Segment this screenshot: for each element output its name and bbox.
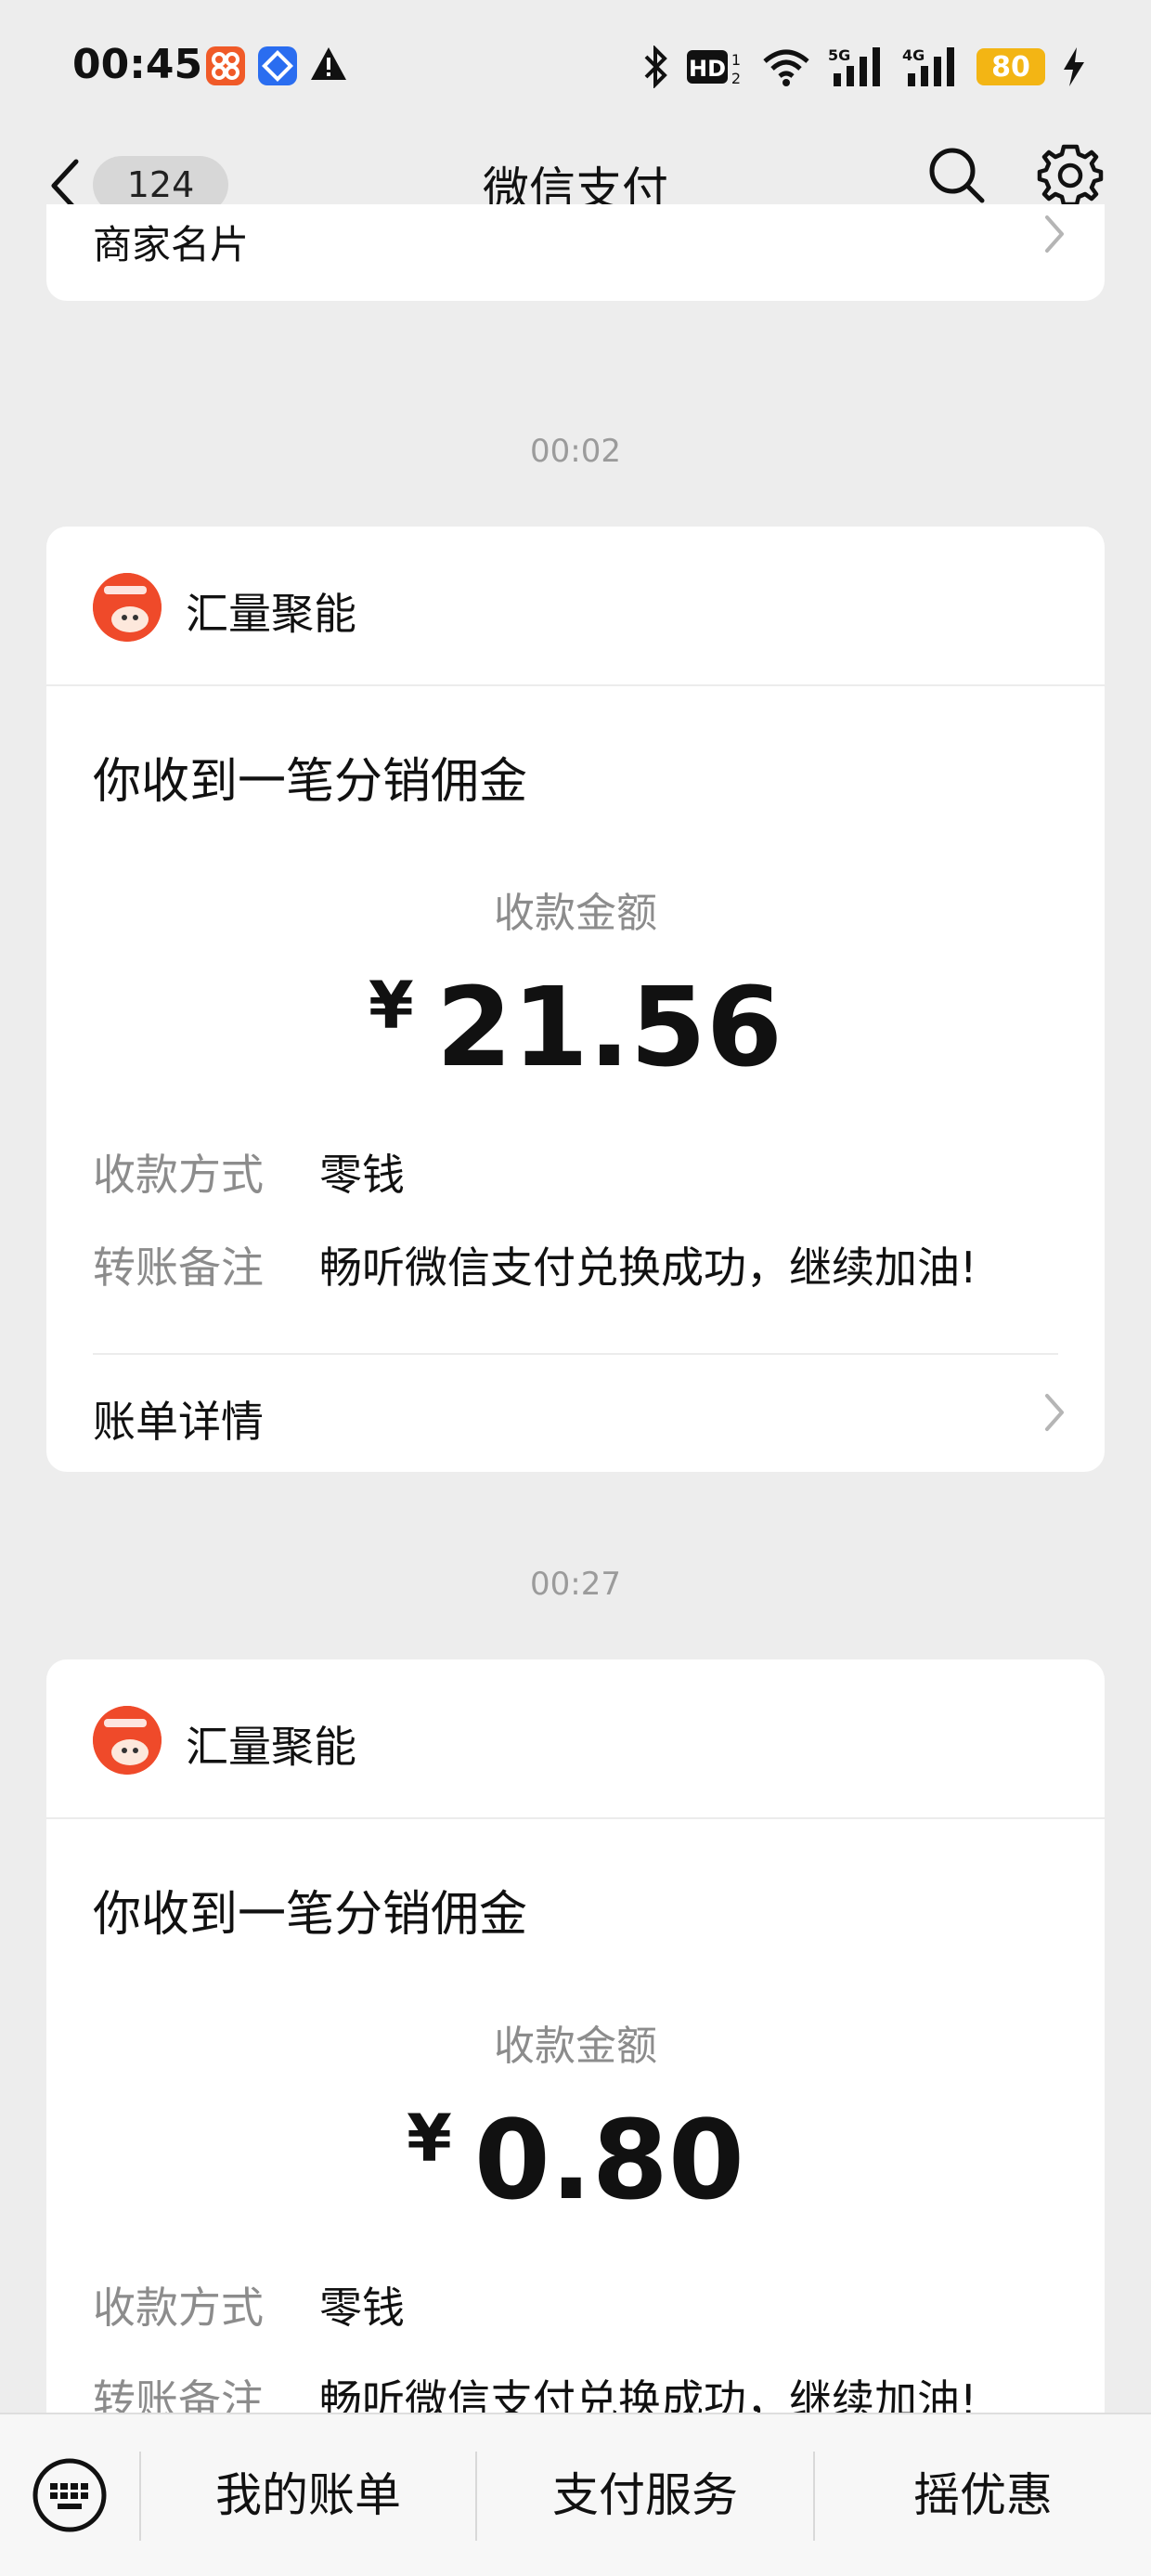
payment-method-value: 零钱 [319, 1150, 405, 1200]
card-header[interactable]: 汇量聚能 [46, 527, 1105, 686]
search-icon[interactable] [925, 143, 989, 208]
amount-label: 收款金额 [494, 890, 657, 937]
wifi-icon [761, 46, 811, 87]
payment-notice-card: 汇量聚能 你收到一笔分销佣金 收款金额 ¥0.80 收款方式 零钱 转账备注 畅… [46, 1659, 1105, 2495]
menu-my-bills[interactable]: 我的账单 [141, 2414, 475, 2576]
amount-value: ¥21.56 [46, 963, 1105, 1091]
payment-notice-card: 汇量聚能 你收到一笔分销佣金 收款金额 ¥21.56 收款方式 零钱 转账备注 … [46, 527, 1105, 1472]
hd-icon: HD 1 2 [687, 46, 744, 87]
amount-label: 收款金额 [494, 2023, 657, 2070]
warning-icon [309, 45, 348, 87]
merchant-avatar [93, 573, 162, 642]
message-timestamp: 00:02 [530, 433, 621, 470]
app-notification-icon-blue [258, 46, 297, 85]
keyboard-icon[interactable] [32, 2457, 108, 2533]
payment-method-value: 零钱 [319, 2283, 405, 2333]
bill-detail-label: 账单详情 [93, 1397, 264, 1447]
chevron-right-icon [1043, 1392, 1066, 1437]
status-bar: 00:45 HD 1 2 5G 4G 80 [0, 0, 1151, 130]
merchant-name: 汇量聚能 [186, 1722, 356, 1772]
amount-number: 0.80 [473, 2096, 744, 2224]
amount-number: 21.56 [435, 963, 782, 1091]
battery-icon: 80 [976, 48, 1045, 85]
menu-payment-services[interactable]: 支付服务 [477, 2414, 813, 2576]
merchant-name: 汇量聚能 [186, 589, 356, 639]
svg-text:4G: 4G [902, 46, 925, 64]
merchant-avatar [93, 1706, 162, 1775]
svg-text:1: 1 [731, 51, 741, 69]
svg-text:2: 2 [731, 70, 741, 87]
card-header[interactable]: 汇量聚能 [46, 1659, 1105, 1819]
merchant-card[interactable]: 商家名片 [46, 204, 1105, 301]
merchant-card-label: 商家名片 [93, 222, 250, 267]
currency-symbol: ¥ [407, 2101, 452, 2177]
4g-signal-icon: 4G [902, 46, 960, 88]
gear-icon[interactable] [1036, 141, 1105, 210]
message-timestamp: 00:27 [530, 1566, 621, 1603]
svg-text:5G: 5G [828, 46, 850, 64]
notice-title: 你收到一笔分销佣金 [93, 754, 528, 810]
charging-icon [1062, 46, 1086, 88]
chevron-right-icon [1043, 214, 1066, 258]
app-notification-icon [206, 46, 245, 85]
svg-text:HD: HD [689, 56, 726, 82]
5g-signal-icon: 5G [828, 46, 886, 88]
amount-value: ¥0.80 [46, 2096, 1105, 2224]
currency-symbol: ¥ [369, 968, 414, 1044]
bottom-menu-bar: 我的账单 支付服务 摇优惠 [0, 2413, 1151, 2576]
menu-shake-offers[interactable]: 摇优惠 [815, 2414, 1151, 2576]
bill-detail-row[interactable]: 账单详情 [46, 1355, 1105, 1472]
payment-method-label: 收款方式 [93, 1150, 264, 1200]
notice-title: 你收到一笔分销佣金 [93, 1887, 528, 1943]
payment-method-label: 收款方式 [93, 2283, 264, 2333]
bluetooth-icon [642, 46, 670, 88]
status-indicators: HD 1 2 5G 4G 80 [642, 41, 1086, 93]
transfer-note-label: 转账备注 [93, 1242, 264, 1293]
status-time: 00:45 [72, 41, 203, 88]
transfer-note-value: 畅听微信支付兑换成功，继续加油! [319, 1242, 977, 1293]
